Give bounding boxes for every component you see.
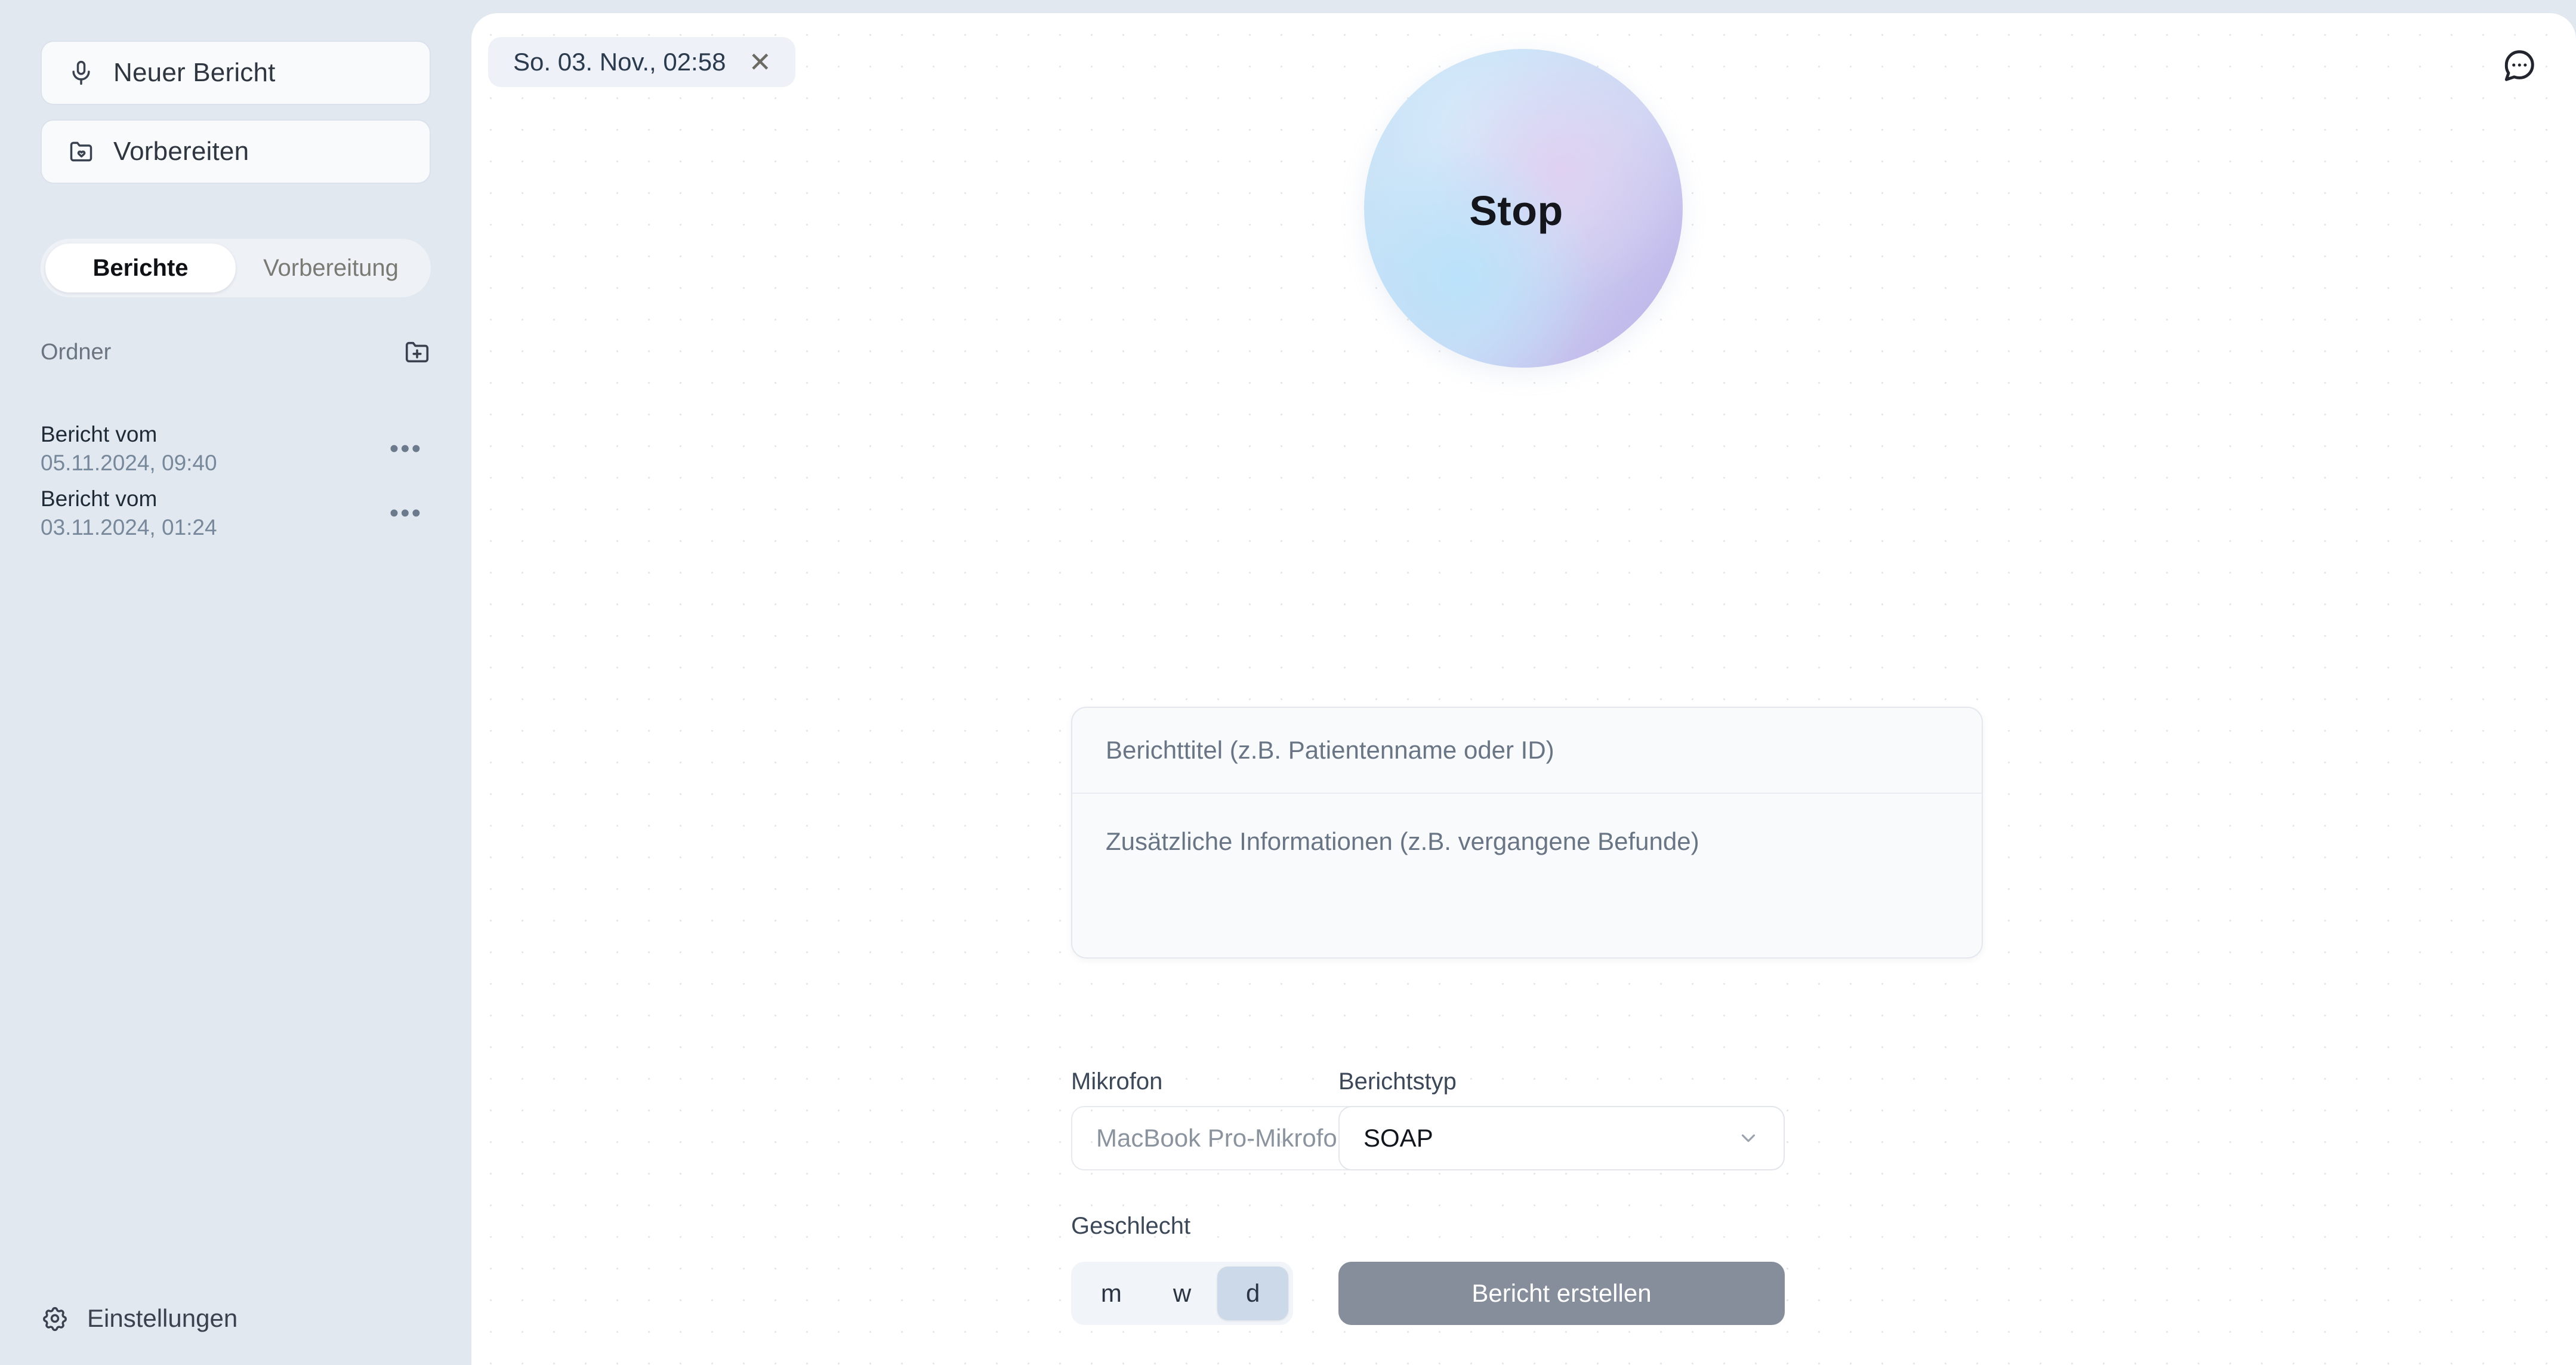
prepare-label: Vorbereiten bbox=[113, 137, 249, 166]
report-date: 03.11.2024, 01:24 bbox=[41, 515, 217, 540]
report-title-input[interactable]: Berichttitel (z.B. Patientenname oder ID… bbox=[1072, 708, 1982, 794]
report-type-select[interactable]: SOAP bbox=[1338, 1106, 1785, 1170]
folder-heart-icon bbox=[68, 138, 94, 165]
report-menu-button[interactable]: ••• bbox=[381, 500, 431, 526]
report-form-card: Berichttitel (z.B. Patientenname oder ID… bbox=[1071, 707, 1983, 959]
report-menu-button[interactable]: ••• bbox=[381, 436, 431, 462]
report-title: Bericht vom bbox=[41, 486, 158, 512]
report-title-placeholder: Berichttitel (z.B. Patientenname oder ID… bbox=[1106, 736, 1554, 764]
record-stop-orb[interactable]: Stop bbox=[1364, 49, 1683, 368]
sidebar-tabs: Berichte Vorbereitung bbox=[41, 239, 431, 297]
tab-berichte-label: Berichte bbox=[92, 254, 189, 281]
main-panel: So. 03. Nov., 02:58 ✕ Stop Berichttitel … bbox=[471, 13, 2576, 1365]
report-title: Bericht vom bbox=[41, 422, 158, 447]
gender-option-m[interactable]: m bbox=[1076, 1267, 1147, 1320]
sidebar: Neuer Bericht Vorbereiten Berichte Vorbe… bbox=[0, 0, 471, 1365]
additional-info-input[interactable]: Zusätzliche Informationen (z.B. vergange… bbox=[1072, 794, 1982, 957]
new-report-label: Neuer Bericht bbox=[113, 58, 276, 87]
list-item[interactable]: Bericht vom 05.11.2024, 09:40 ••• bbox=[41, 418, 431, 480]
microphone-selected-value: MacBook Pro-Mikrofon bbox=[1096, 1124, 1352, 1152]
gender-option-w[interactable]: w bbox=[1147, 1267, 1218, 1320]
new-report-button[interactable]: Neuer Bericht bbox=[41, 41, 431, 105]
gender-field: Geschlecht bbox=[1071, 1213, 1190, 1250]
chat-bubble-dots-icon bbox=[2500, 47, 2537, 84]
gear-icon bbox=[42, 1305, 68, 1332]
folder-plus-icon[interactable] bbox=[403, 338, 431, 366]
tab-berichte[interactable]: Berichte bbox=[45, 244, 236, 292]
additional-info-placeholder: Zusätzliche Informationen (z.B. vergange… bbox=[1106, 827, 1699, 855]
document-tab-label: So. 03. Nov., 02:58 bbox=[513, 48, 726, 76]
gender-option-d[interactable]: d bbox=[1217, 1267, 1289, 1320]
report-type-field: Berichtstyp SOAP bbox=[1338, 1068, 1785, 1170]
gender-segmented-control: m w d bbox=[1071, 1262, 1293, 1325]
folders-label: Ordner bbox=[41, 339, 112, 365]
tab-vorbereitung-label: Vorbereitung bbox=[263, 254, 399, 281]
create-report-button[interactable]: Bericht erstellen bbox=[1338, 1262, 1785, 1325]
close-icon[interactable]: ✕ bbox=[745, 45, 775, 79]
prepare-button[interactable]: Vorbereiten bbox=[41, 119, 431, 184]
report-type-selected-value: SOAP bbox=[1363, 1124, 1433, 1152]
list-item[interactable]: Bericht vom 03.11.2024, 01:24 ••• bbox=[41, 482, 431, 544]
gender-option-m-label: m bbox=[1100, 1279, 1122, 1307]
sidebar-item-settings[interactable]: Einstellungen bbox=[42, 1304, 237, 1333]
microphone-icon bbox=[68, 60, 94, 86]
tab-vorbereitung[interactable]: Vorbereitung bbox=[236, 244, 426, 292]
gender-label: Geschlecht bbox=[1071, 1213, 1191, 1239]
chevron-down-icon bbox=[1737, 1127, 1760, 1150]
report-date: 05.11.2024, 09:40 bbox=[41, 451, 217, 475]
report-type-label: Berichtstyp bbox=[1338, 1068, 1457, 1095]
chat-button[interactable] bbox=[2495, 42, 2543, 90]
document-tab[interactable]: So. 03. Nov., 02:58 ✕ bbox=[488, 37, 795, 87]
gender-option-d-label: d bbox=[1246, 1279, 1260, 1307]
settings-label: Einstellungen bbox=[87, 1304, 238, 1332]
gender-option-w-label: w bbox=[1173, 1279, 1192, 1307]
folders-header: Ordner bbox=[41, 331, 431, 373]
record-stop-label: Stop bbox=[1469, 187, 1563, 234]
